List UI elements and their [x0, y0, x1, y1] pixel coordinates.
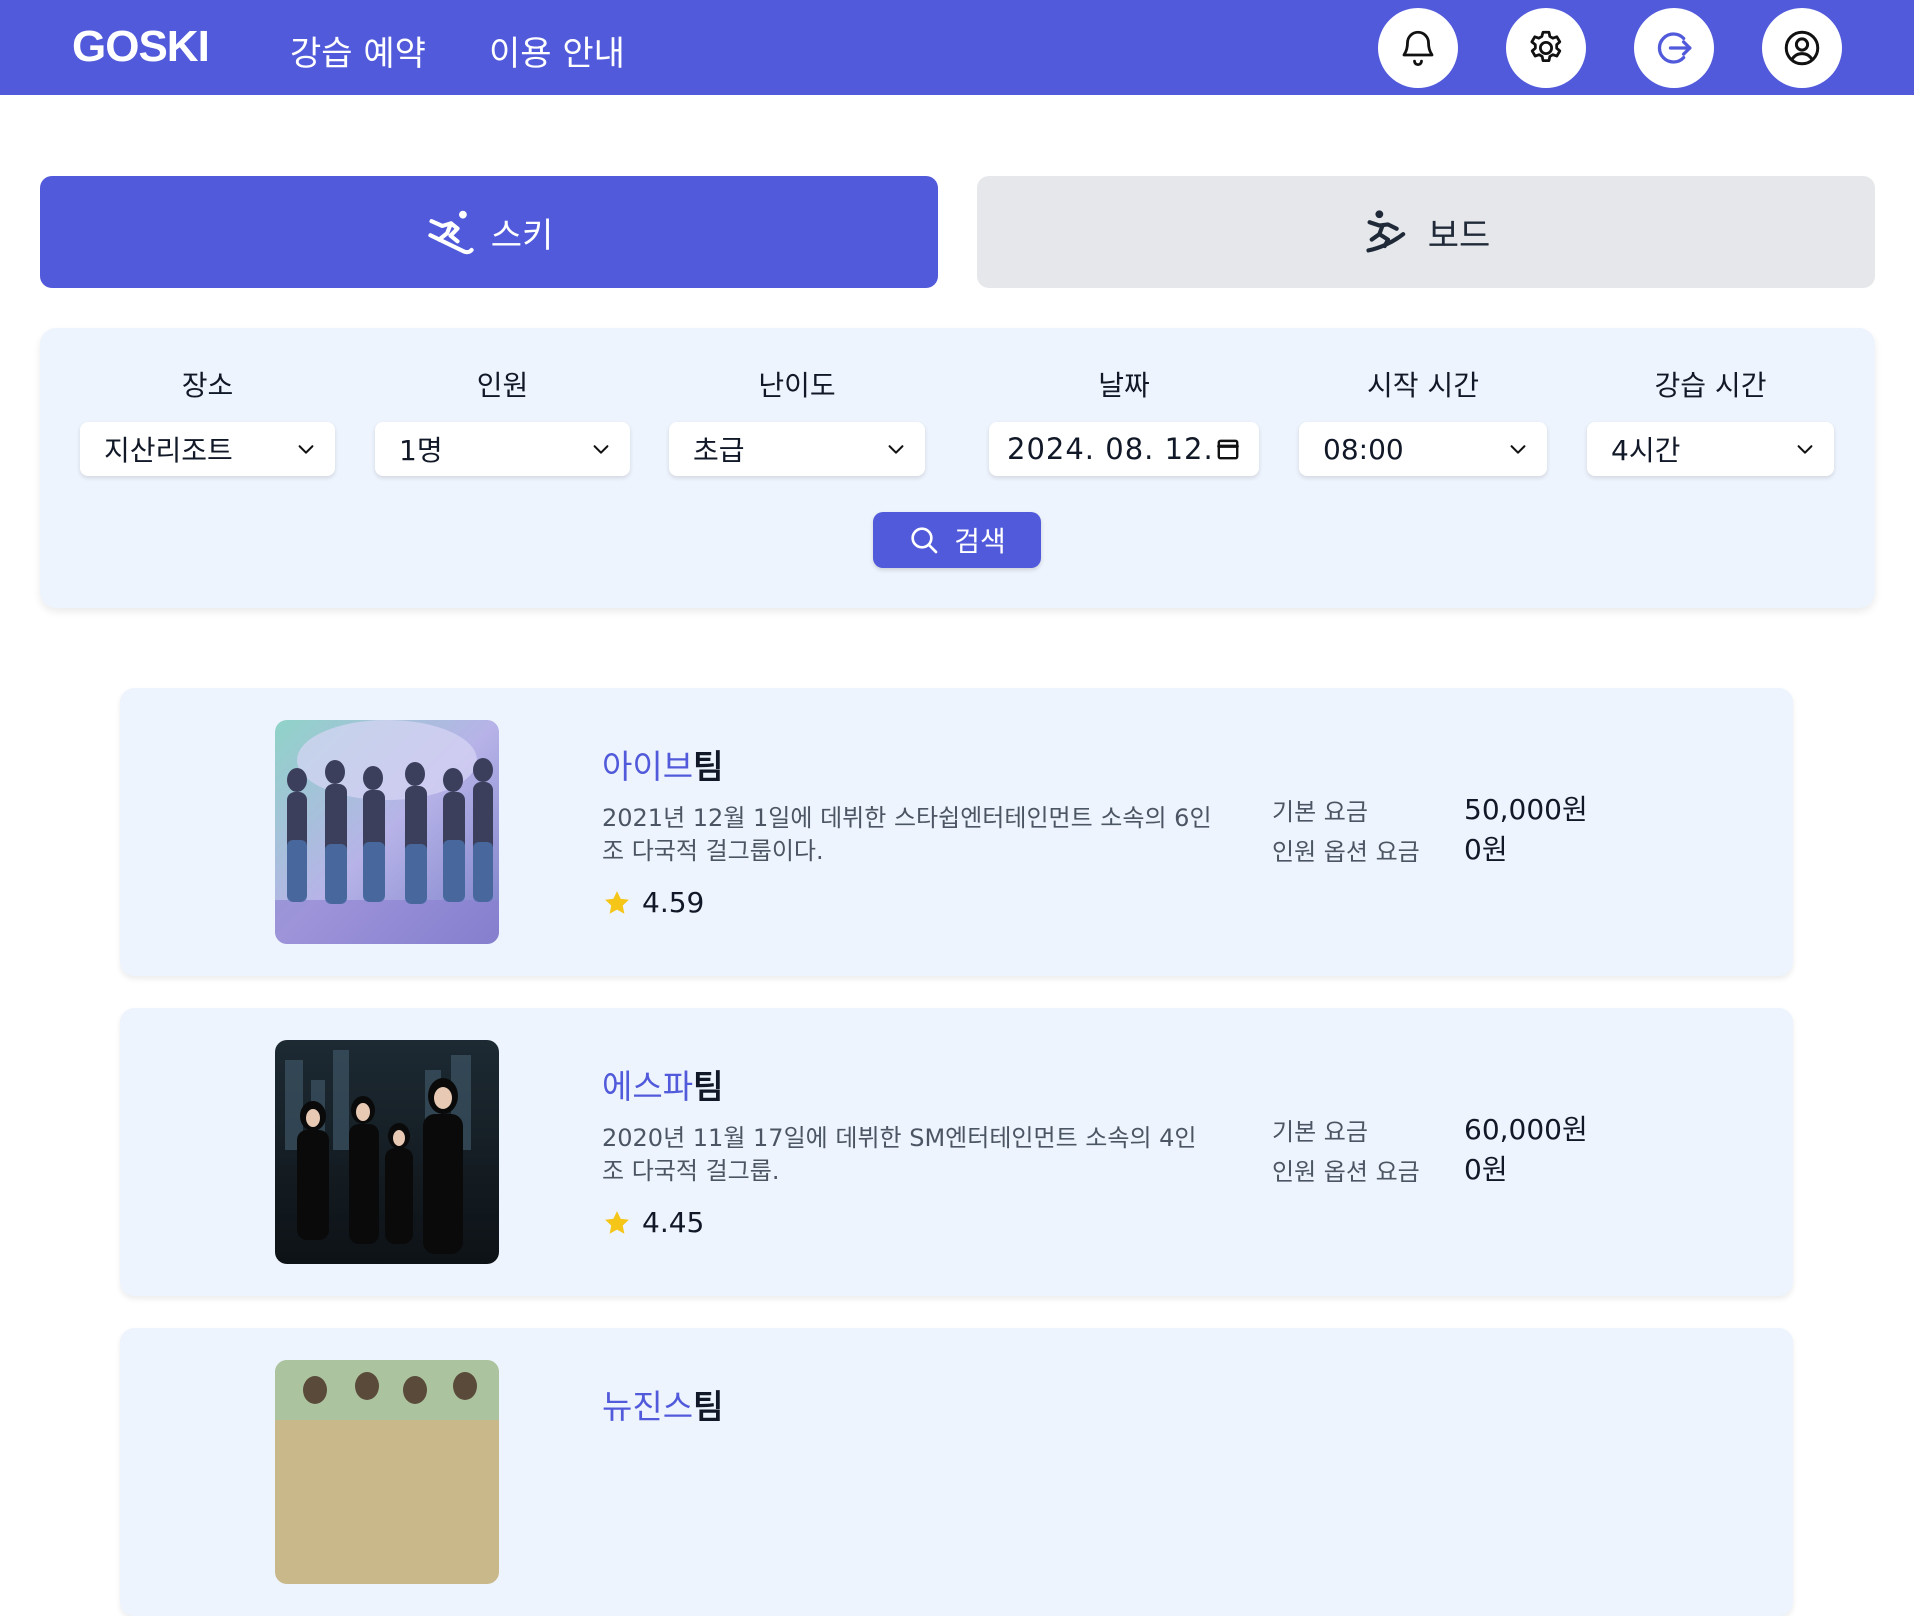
chevron-down-icon: [1510, 445, 1526, 454]
logout-button[interactable]: [1634, 8, 1714, 88]
option-fee-value: 0원: [1464, 833, 1508, 866]
people-select[interactable]: 1명: [375, 422, 630, 476]
team-name-accent: 뉴진스: [602, 1387, 694, 1426]
team-photo: [275, 1360, 499, 1584]
gear-icon: [1530, 30, 1562, 62]
team-name-accent: 아이브: [602, 747, 694, 786]
search-icon: [911, 527, 938, 554]
filter-people-label: 인원: [476, 369, 529, 402]
team-name[interactable]: 아이브팀: [602, 740, 723, 788]
tab-board[interactable]: 보드: [977, 176, 1875, 288]
team-name-suffix: 팀: [693, 1067, 724, 1106]
tab-board-label: 보드: [1427, 215, 1491, 256]
people-value: 1명: [399, 434, 443, 467]
notification-button[interactable]: [1378, 8, 1458, 88]
filter-level: 난이도 초급: [669, 368, 925, 476]
team-card[interactable]: 뉴진스팀: [120, 1328, 1793, 1616]
duration-select[interactable]: 4시간: [1587, 422, 1834, 476]
team-name-suffix: 팀: [693, 1387, 724, 1426]
base-fee-value: 50,000원: [1464, 793, 1588, 826]
filter-duration-label: 강습 시간: [1654, 369, 1767, 402]
base-fee-label: 기본 요금: [1272, 1118, 1368, 1146]
filter-start-time: 시작 시간 08:00: [1299, 368, 1547, 476]
level-select[interactable]: 초급: [669, 422, 925, 476]
tab-ski[interactable]: 스키: [40, 176, 938, 288]
filter-date: 날짜 2024. 08. 12.: [989, 368, 1259, 476]
star-icon: [605, 890, 629, 914]
chevron-down-icon: [593, 445, 609, 454]
team-photo: [275, 1040, 499, 1264]
rating-value: 4.59: [642, 886, 705, 919]
team-card[interactable]: 아이브팀 2021년 12월 1일에 데뷔한 스타쉽엔터테인먼트 소속의 6인조…: [120, 688, 1793, 976]
chevron-down-icon: [298, 445, 314, 454]
location-select[interactable]: 지산리조트: [80, 422, 335, 476]
team-card[interactable]: 에스파팀 2020년 11월 17일에 데뷔한 SM엔터테인먼트 소속의 4인조…: [120, 1008, 1793, 1296]
search-filter-panel: 장소 지산리조트 인원 1명 난이도 초급 날짜 2024. 08. 12. 시…: [40, 328, 1875, 608]
top-navbar: GOSKI 강습 예약 이용 안내: [0, 0, 1914, 95]
base-fee-value: 60,000원: [1464, 1113, 1588, 1146]
logout-icon: [1657, 32, 1692, 64]
search-button[interactable]: 검색: [873, 512, 1041, 568]
filter-duration: 강습 시간 4시간: [1587, 368, 1834, 476]
team-rating: 4.59: [602, 886, 704, 919]
date-value: 2024. 08. 12.: [1007, 432, 1214, 466]
user-circle-icon: [1784, 30, 1820, 66]
filter-location-label: 장소: [181, 369, 234, 402]
nav-lesson-reservation[interactable]: 강습 예약: [290, 26, 426, 75]
level-value: 초급: [693, 434, 745, 467]
option-fee-label: 인원 옵션 요금: [1272, 1158, 1420, 1186]
filter-start-time-label: 시작 시간: [1367, 369, 1479, 402]
filter-location: 장소 지산리조트: [80, 368, 335, 476]
team-name-accent: 에스파: [602, 1067, 694, 1106]
nav-usage-guide[interactable]: 이용 안내: [489, 26, 625, 75]
filter-people: 인원 1명: [375, 368, 630, 476]
star-icon: [605, 1210, 629, 1234]
start-time-select[interactable]: 08:00: [1299, 422, 1547, 476]
duration-value: 4시간: [1611, 434, 1681, 467]
team-name-suffix: 팀: [693, 747, 724, 786]
snowboarder-icon: [1366, 210, 1405, 253]
bell-icon: [1402, 30, 1434, 66]
start-time-value: 08:00: [1323, 432, 1404, 466]
team-description: 2021년 12월 1일에 데뷔한 스타쉽엔터테인먼트 소속의 6인조 다국적 …: [602, 804, 1212, 865]
team-rating: 4.45: [602, 1206, 704, 1239]
team-description: 2020년 11월 17일에 데뷔한 SM엔터테인먼트 소속의 4인조 다국적 …: [602, 1124, 1197, 1185]
option-fee-label: 인원 옵션 요금: [1272, 838, 1420, 866]
rating-value: 4.45: [642, 1206, 705, 1239]
profile-button[interactable]: [1762, 8, 1842, 88]
filter-date-label: 날짜: [1098, 369, 1150, 402]
team-name[interactable]: 에스파팀: [602, 1060, 723, 1108]
chevron-down-icon: [1797, 445, 1813, 454]
date-input[interactable]: 2024. 08. 12.: [989, 422, 1259, 476]
team-name[interactable]: 뉴진스팀: [602, 1380, 723, 1428]
team-photo: [275, 720, 499, 944]
tab-ski-label: 스키: [490, 215, 554, 256]
settings-button[interactable]: [1506, 8, 1586, 88]
logo[interactable]: GOSKI: [72, 22, 210, 72]
location-value: 지산리조트: [104, 434, 233, 467]
chevron-down-icon: [888, 445, 904, 454]
filter-level-label: 난이도: [758, 369, 836, 402]
skier-icon: [428, 210, 474, 255]
calendar-icon[interactable]: [1215, 436, 1241, 462]
option-fee-value: 0원: [1464, 1153, 1508, 1186]
base-fee-label: 기본 요금: [1272, 798, 1368, 826]
search-button-label: 검색: [954, 526, 1006, 557]
